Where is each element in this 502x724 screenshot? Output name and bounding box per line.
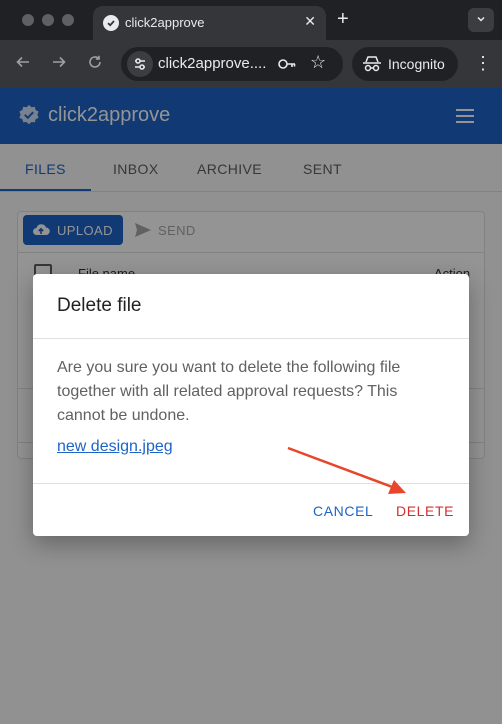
- annotation-arrow: [287, 446, 406, 494]
